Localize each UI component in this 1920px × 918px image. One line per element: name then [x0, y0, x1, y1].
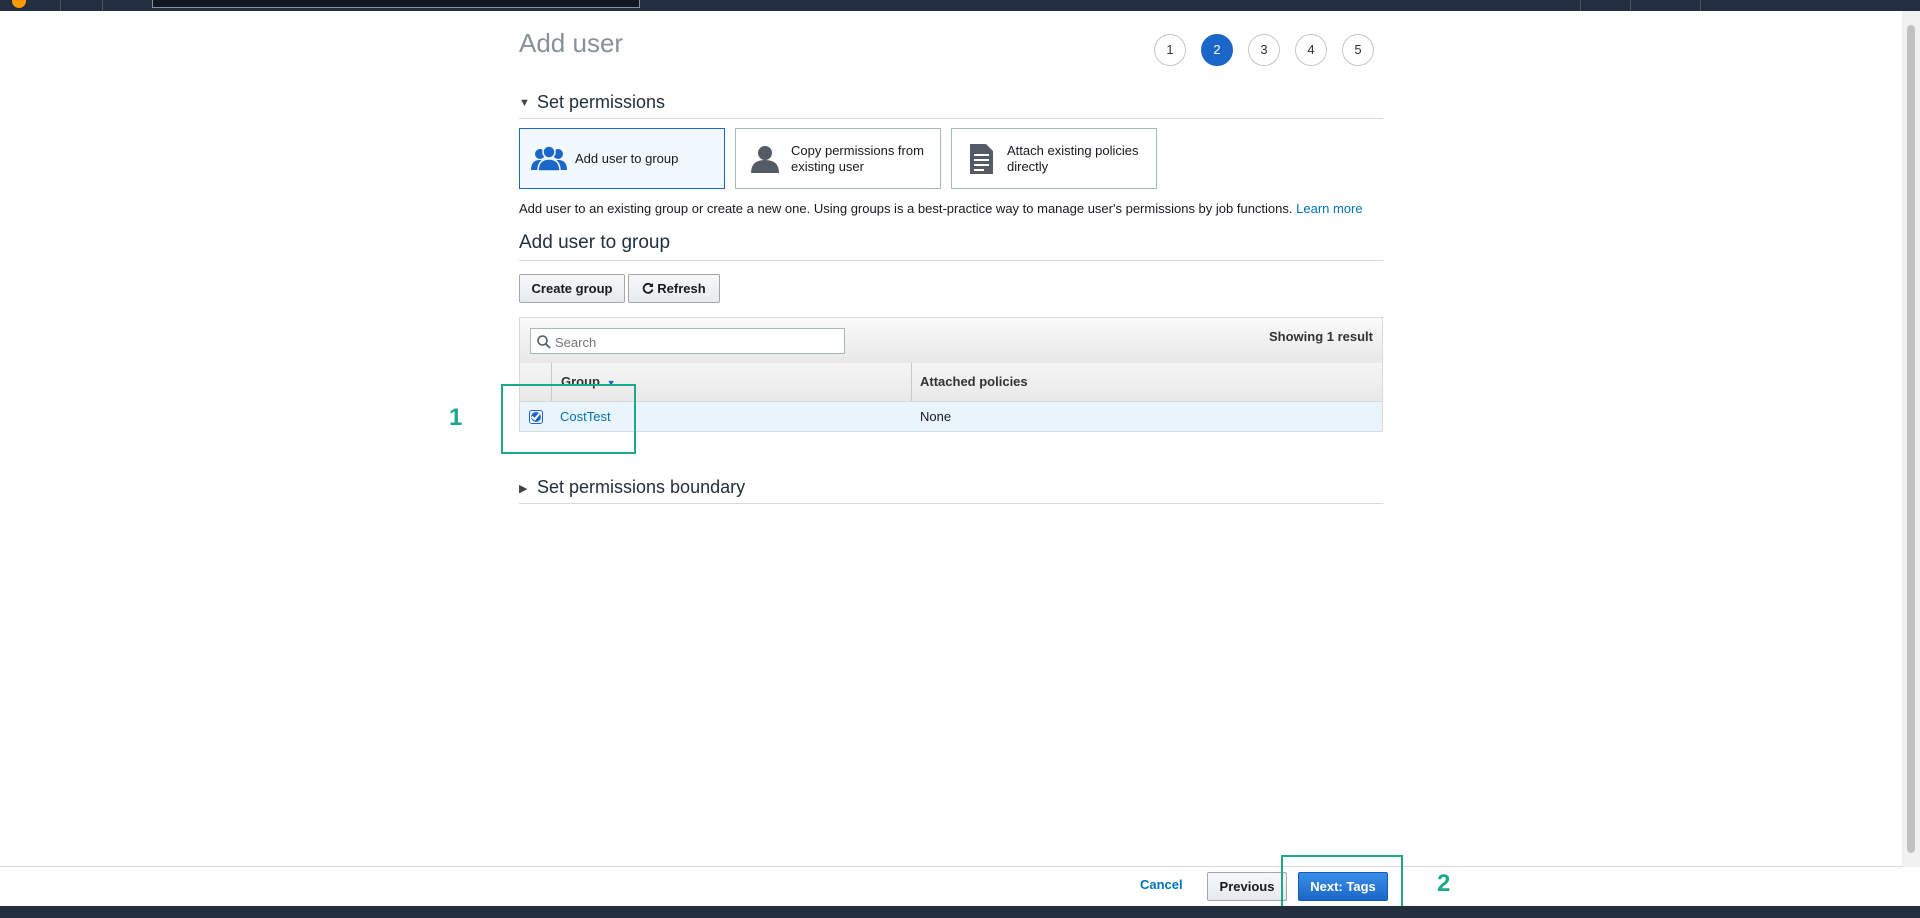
refresh-icon: [643, 282, 654, 294]
learn-more-link[interactable]: Learn more: [1296, 201, 1362, 216]
console-top-bar: [0, 0, 1920, 11]
user-icon: [751, 146, 779, 173]
previous-button[interactable]: Previous: [1207, 872, 1287, 901]
column-divider: [911, 363, 912, 401]
group-search-field[interactable]: [530, 328, 845, 354]
step-1[interactable]: 1: [1154, 34, 1186, 66]
console-footer-bar: [0, 906, 1920, 918]
annotation-box-1: [501, 384, 636, 454]
console-search-box[interactable]: [152, 0, 640, 8]
footer-divider: [0, 866, 1902, 867]
step-4[interactable]: 4: [1295, 34, 1327, 66]
option-label: Copy permissions from existing user: [791, 142, 924, 174]
document-icon: [970, 144, 993, 174]
refresh-button[interactable]: Refresh: [628, 274, 720, 303]
set-permissions-header[interactable]: ▼ Set permissions: [519, 92, 1383, 119]
cancel-link[interactable]: Cancel: [1140, 877, 1183, 892]
option-label: Attach existing policies directly: [1007, 142, 1139, 174]
option-label: Add user to group: [575, 150, 679, 166]
refresh-label: Refresh: [657, 281, 706, 296]
page-title: Add user: [519, 28, 624, 58]
annotation-label-1: 1: [449, 404, 463, 431]
search-icon: [537, 335, 551, 349]
top-bar-divider: [1580, 0, 1581, 11]
scrollbar-thumb[interactable]: [1907, 25, 1915, 853]
groups-table: Showing 1 result Group ▼ Attached polici…: [519, 317, 1383, 432]
option-copy-permissions[interactable]: Copy permissions from existing user: [735, 128, 941, 189]
top-bar-divider: [1630, 0, 1631, 11]
step-3[interactable]: 3: [1248, 34, 1280, 66]
step-5[interactable]: 5: [1342, 34, 1374, 66]
group-icon: [531, 145, 567, 172]
aws-logo-icon[interactable]: [12, 0, 26, 8]
description-text: Add user to an existing group or create …: [519, 201, 1293, 216]
option-attach-policies[interactable]: Attach existing policies directly: [951, 128, 1157, 189]
permissions-boundary-header[interactable]: ▶ Set permissions boundary: [519, 477, 1383, 504]
group-search-input[interactable]: [553, 331, 842, 353]
table-header: Group ▼ Attached policies: [520, 363, 1382, 402]
top-bar-divider: [102, 0, 103, 11]
annotation-label-2: 2: [1437, 870, 1451, 897]
attached-policies-value: None: [920, 409, 952, 424]
results-count: Showing 1 result: [1268, 329, 1373, 344]
table-toolbar: Showing 1 result: [520, 318, 1382, 364]
add-to-group-header: Add user to group: [519, 232, 1383, 261]
step-2-current: 2: [1201, 34, 1233, 66]
set-permissions-title: Set permissions: [537, 92, 666, 112]
column-attached-policies[interactable]: Attached policies: [920, 363, 1028, 401]
permissions-boundary-title: Set permissions boundary: [537, 477, 746, 497]
create-group-button[interactable]: Create group: [519, 274, 625, 303]
permissions-description: Add user to an existing group or create …: [519, 201, 1363, 216]
top-bar-divider: [1700, 0, 1701, 11]
caret-down-icon: ▼: [519, 97, 530, 110]
caret-right-icon: ▶: [519, 482, 528, 495]
page-scrollbar[interactable]: [1902, 11, 1920, 867]
table-row[interactable]: CostTest None: [520, 402, 1382, 432]
option-add-user-to-group[interactable]: Add user to group: [519, 128, 725, 189]
top-bar-divider: [60, 0, 61, 11]
